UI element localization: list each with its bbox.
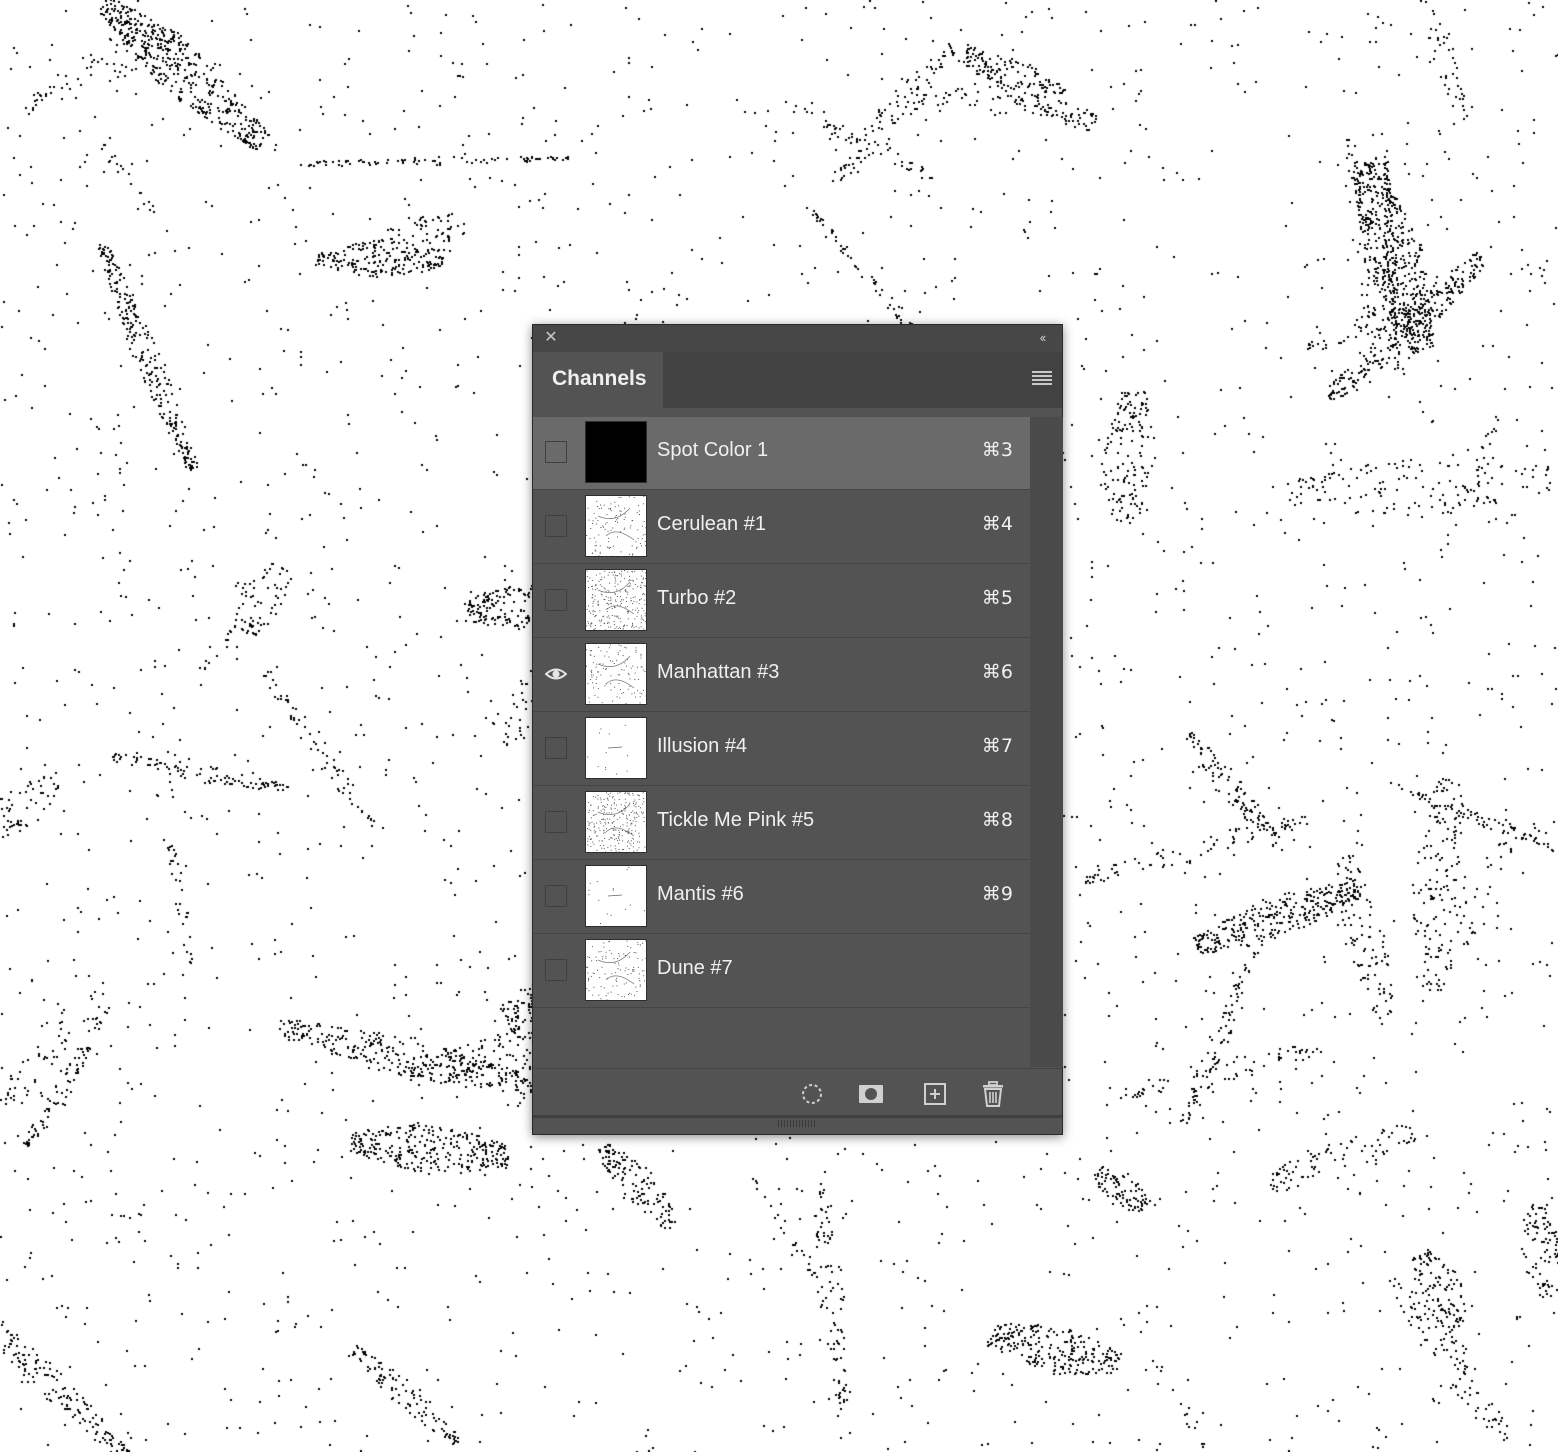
channel-shortcut: ⌘8 [981,809,1013,831]
visibility-toggle[interactable] [545,811,567,833]
channel-name: Tickle Me Pink #5 [657,809,815,831]
resize-grip[interactable] [778,1120,816,1127]
channel-list: Spot Color 1 ⌘3 Cerulean #1 ⌘4 Turbo #2 ⌘5 Man… [533,417,1030,1067]
visibility-toggle[interactable] [545,515,567,537]
panel-footer [533,1068,1062,1119]
channel-thumbnail [585,569,647,631]
panel-resize-bar[interactable] [533,1115,1062,1134]
panel-tabbar: Channels [533,352,1062,408]
channels-panel: ✕ ‹‹ Channels Spot Color 1 ⌘3 Cerulean #1 ⌘… [532,324,1063,1135]
scrollbar[interactable] [1030,417,1063,1067]
channel-thumbnail [585,495,647,557]
channel-name: Illusion #4 [657,735,748,757]
new-channel-icon[interactable] [922,1081,948,1107]
channel-thumbnail [585,717,647,779]
panel-menu-icon[interactable] [1032,371,1052,387]
channel-name: Mantis #6 [657,883,744,905]
trash-icon[interactable] [980,1081,1006,1107]
load-selection-icon[interactable] [799,1081,825,1107]
tab-channels[interactable]: Channels [533,352,663,408]
collapse-icon[interactable]: ‹‹ [1032,329,1052,347]
channel-name: Spot Color 1 [657,439,769,461]
save-selection-icon[interactable] [858,1081,884,1107]
channel-name: Cerulean #1 [657,513,766,535]
channel-name: Dune #7 [657,957,733,979]
channel-row[interactable]: Illusion #4 ⌘7 [533,713,1030,786]
channel-thumbnail [585,643,647,705]
visibility-toggle[interactable] [545,589,567,611]
channel-shortcut: ⌘9 [981,883,1013,905]
visibility-toggle[interactable] [545,441,567,463]
channel-thumbnail [585,865,647,927]
visibility-toggle[interactable] [545,959,567,981]
channel-thumbnail [585,421,647,483]
channel-shortcut: ⌘5 [981,587,1013,609]
channel-row[interactable]: Spot Color 1 ⌘3 [533,417,1030,490]
channel-thumbnail [585,939,647,1001]
channel-shortcut: ⌘3 [981,439,1013,461]
visibility-toggle[interactable] [545,737,567,759]
channel-row[interactable]: Dune #7 [533,935,1030,1008]
channel-name: Turbo #2 [657,587,737,609]
channel-shortcut: ⌘7 [981,735,1013,757]
eye-icon[interactable] [544,663,568,685]
channel-shortcut: ⌘6 [981,661,1013,683]
close-icon[interactable]: ✕ [542,329,560,347]
channel-row[interactable]: Mantis #6 ⌘9 [533,861,1030,934]
visibility-toggle[interactable] [545,885,567,907]
channel-row[interactable]: Cerulean #1 ⌘4 [533,491,1030,564]
channel-row[interactable]: Turbo #2 ⌘5 [533,565,1030,638]
channel-row[interactable]: Tickle Me Pink #5 ⌘8 [533,787,1030,860]
channel-shortcut: ⌘4 [981,513,1013,535]
channel-name: Manhattan #3 [657,661,780,683]
channel-row[interactable]: Manhattan #3 ⌘6 [533,639,1030,712]
channel-thumbnail [585,791,647,853]
panel-titlebar[interactable]: ✕ ‹‹ [533,325,1062,353]
